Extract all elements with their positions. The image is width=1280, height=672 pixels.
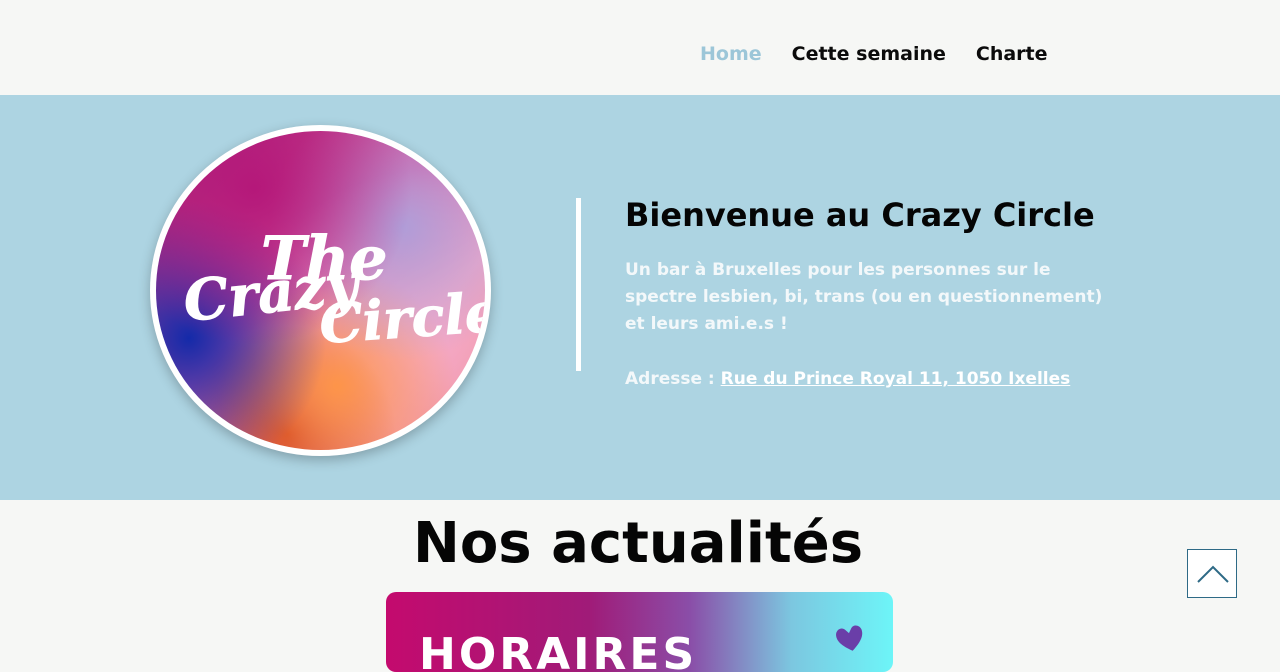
logo-gradient-disc: The Crazy Circle [156, 131, 485, 450]
logo-text-circle: Circle [317, 280, 485, 356]
news-section-title: Nos actualités [412, 511, 864, 576]
welcome-description: Un bar à Bruxelles pour les personnes su… [625, 260, 1103, 334]
site-header: Home Cette semaine Charte [0, 0, 1280, 95]
address-label: Adresse : [625, 369, 721, 389]
welcome-title: Bienvenue au Crazy Circle [625, 196, 1095, 234]
nav-cette-semaine[interactable]: Cette semaine [792, 40, 946, 68]
nav-charte[interactable]: Charte [976, 40, 1048, 68]
address-link[interactable]: Rue du Prince Royal 11, 1050 Ixelles [721, 369, 1071, 389]
hero-section: The Crazy Circle Bienvenue au Crazy Circ… [0, 95, 1280, 500]
nav-home[interactable]: Home [700, 40, 762, 68]
news-card-horaires[interactable]: HORAIRES [386, 592, 893, 672]
scroll-to-top-button[interactable] [1187, 549, 1237, 598]
heart-icon [836, 625, 863, 651]
news-card-text: HORAIRES [419, 629, 698, 672]
hero-divider [576, 198, 581, 371]
main-nav: Home Cette semaine Charte [700, 40, 1048, 68]
chevron-up-icon [1197, 565, 1229, 583]
logo-wordmark: The Crazy Circle [180, 224, 485, 357]
address-line: Adresse : Rue du Prince Royal 11, 1050 I… [625, 366, 1070, 393]
crazy-circle-logo: The Crazy Circle [150, 125, 491, 456]
